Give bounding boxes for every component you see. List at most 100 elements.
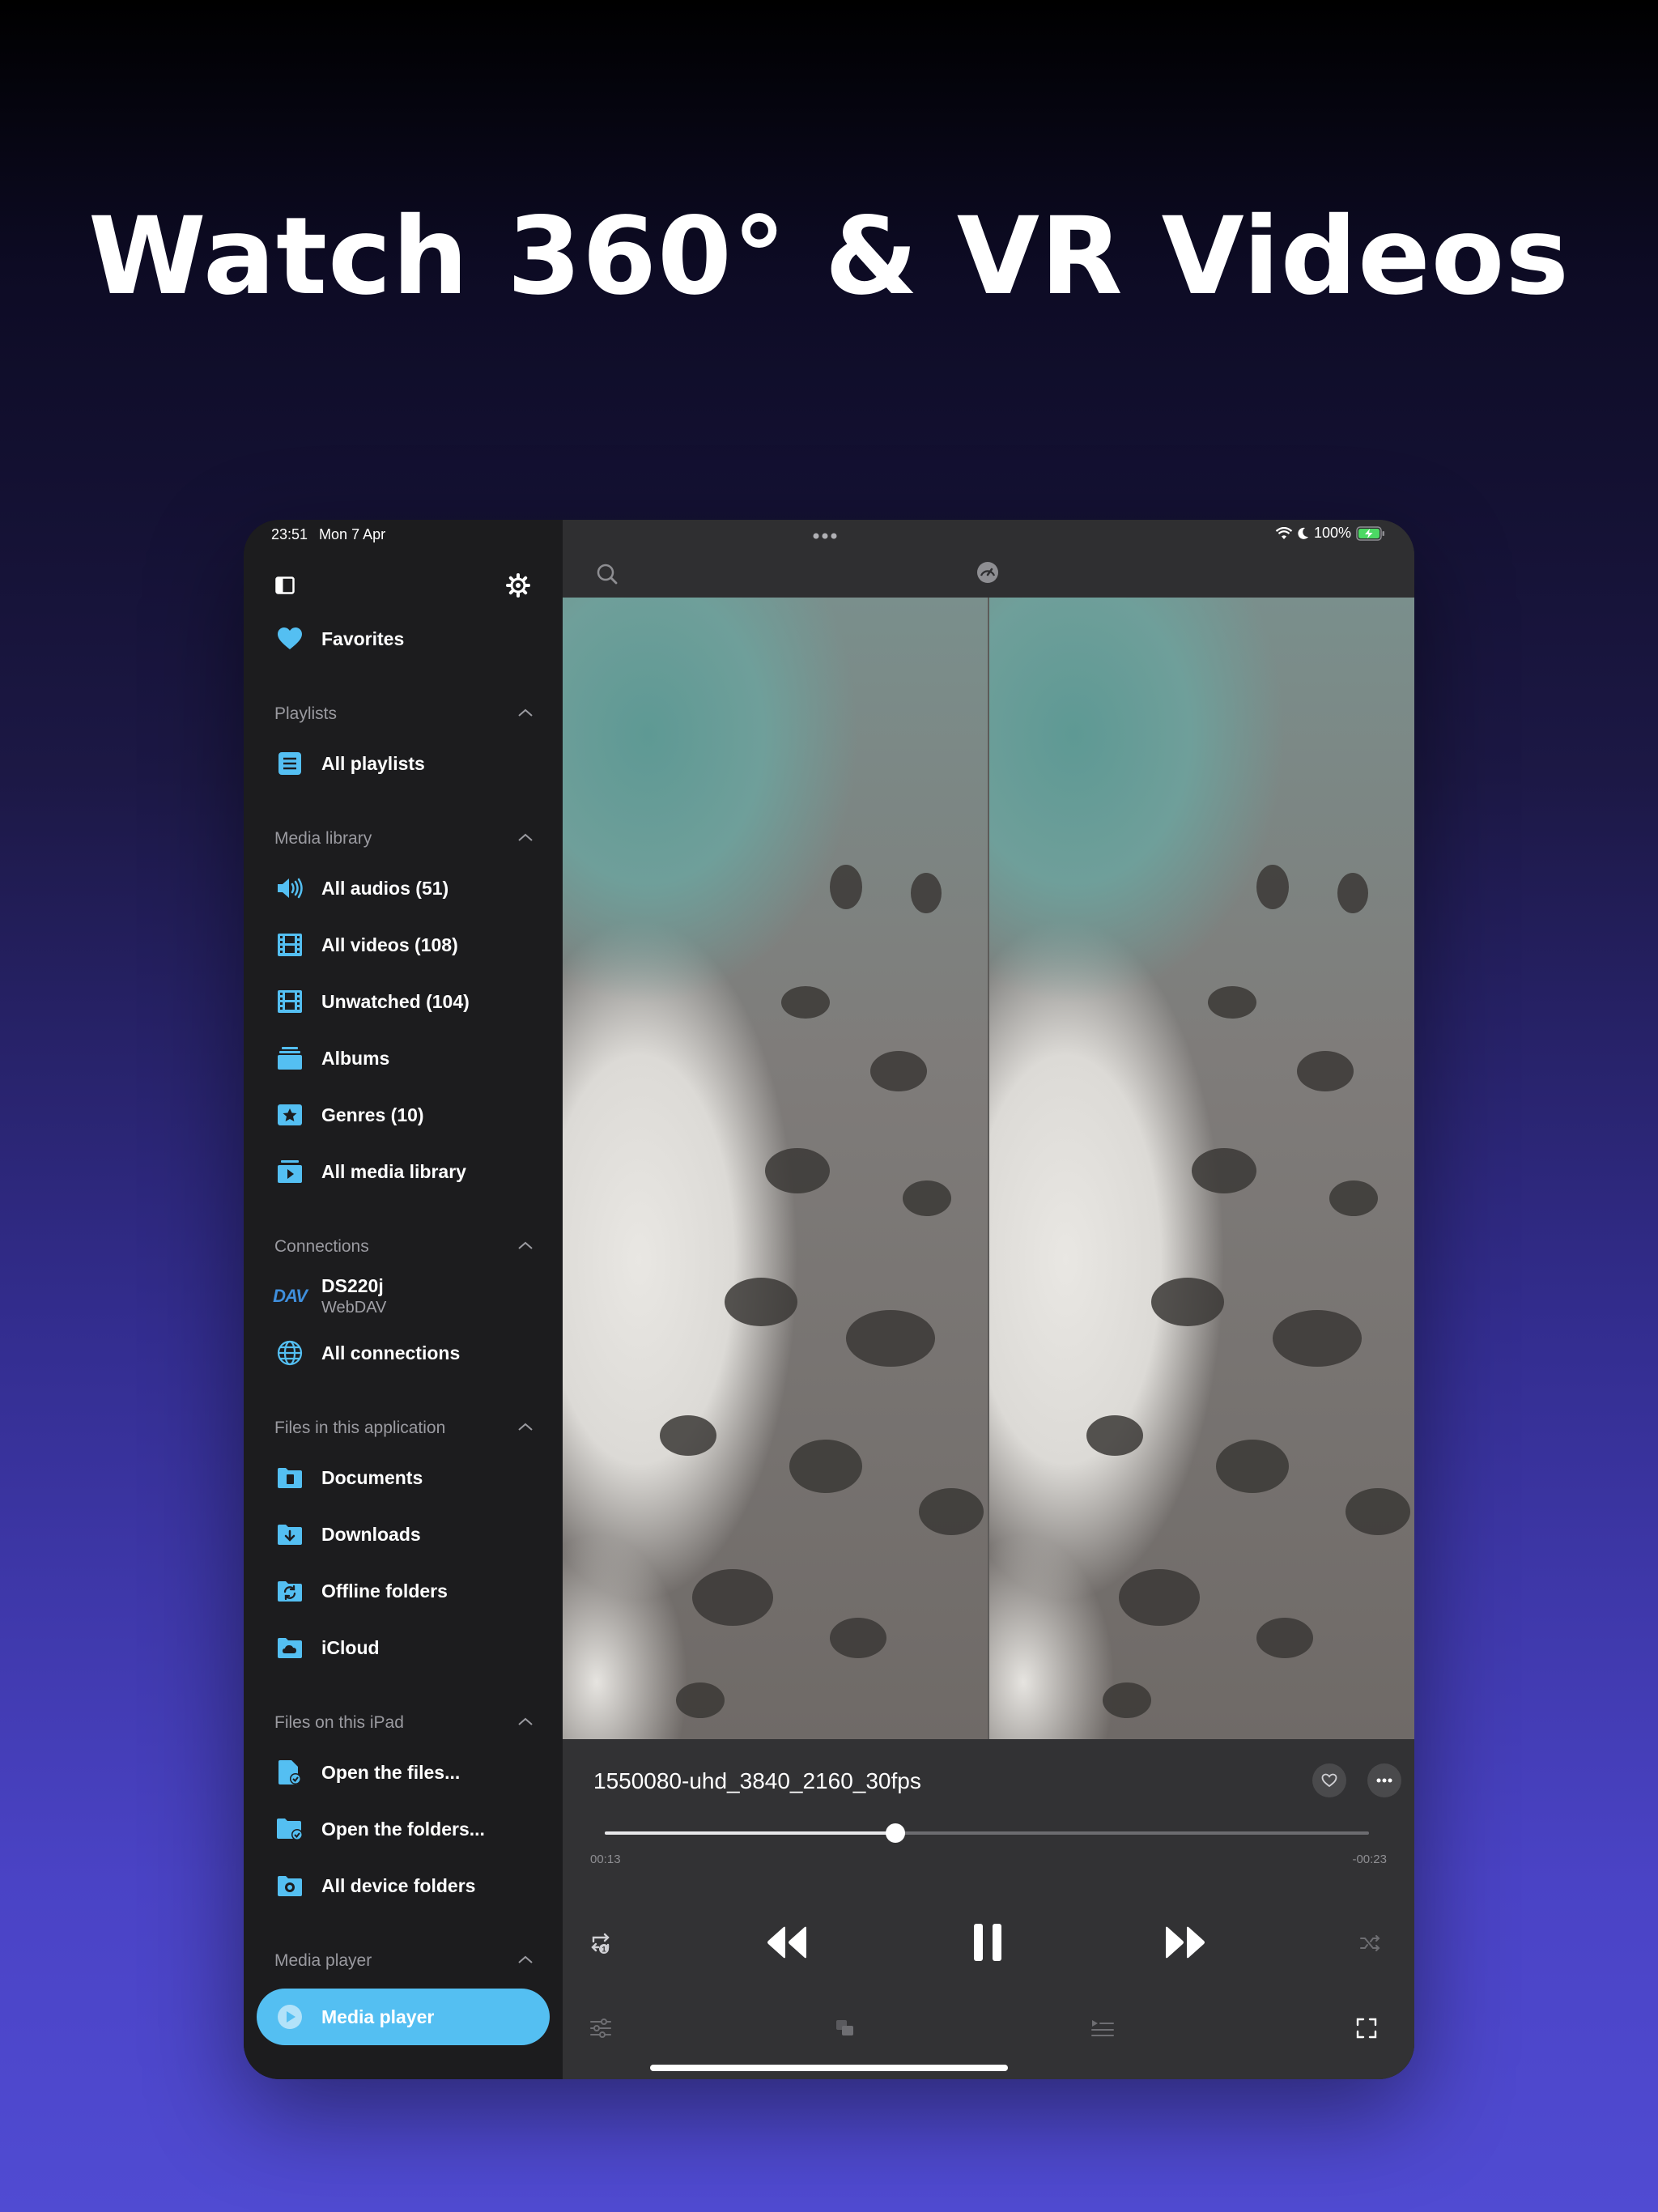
- open-folder-icon: [274, 1814, 305, 1844]
- video-detail: [1151, 1278, 1224, 1326]
- sidebar-item-all-device-folders[interactable]: All device folders: [244, 1857, 563, 1914]
- shuffle-icon[interactable]: [1356, 1930, 1385, 1956]
- sidebar-item-label: Unwatched (104): [321, 990, 470, 1012]
- sidebar-item-label: Favorites: [321, 627, 405, 649]
- search-icon[interactable]: [593, 560, 621, 588]
- seek-bar[interactable]: [605, 1823, 1369, 1843]
- video-detail: [789, 1440, 862, 1493]
- film-icon: [274, 929, 305, 960]
- video-detail: [765, 1148, 830, 1193]
- multitask-dots-icon[interactable]: [809, 528, 841, 544]
- battery-percent: 100%: [1313, 525, 1351, 541]
- section-label: Playlists: [274, 704, 338, 723]
- open-file-icon: [274, 1757, 305, 1788]
- video-detail: [660, 1415, 716, 1456]
- section-media-library[interactable]: Media library: [244, 792, 563, 860]
- sidebar-item-label: Offline folders: [321, 1580, 448, 1602]
- seek-handle[interactable]: [885, 1823, 905, 1843]
- video-detail: [1086, 1415, 1143, 1456]
- remaining-time: -00:23: [1352, 1853, 1387, 1866]
- video-detail: [1119, 1569, 1200, 1626]
- vr-video-frame[interactable]: [563, 598, 1414, 1739]
- player-controls: 1550080-uhd_3840_2160_30fps 00:13 -00:23…: [563, 1739, 1414, 2079]
- icloud-folder-icon: [274, 1632, 305, 1663]
- repeat-one-icon[interactable]: 1: [587, 1927, 619, 1959]
- sidebar-item-label: All connections: [321, 1342, 461, 1363]
- sidebar-item-open-folders[interactable]: Open the folders...: [244, 1801, 563, 1857]
- queue-list-icon[interactable]: [1089, 2014, 1116, 2042]
- chevron-up-icon: [518, 1717, 533, 1725]
- video-detail: [846, 1310, 935, 1367]
- chevron-up-icon: [518, 1423, 533, 1431]
- moon-icon: [1298, 527, 1308, 539]
- status-date: Mon 7 Apr: [319, 526, 386, 542]
- playlist-icon: [274, 748, 305, 779]
- sidebar-item-all-playlists[interactable]: All playlists: [244, 735, 563, 792]
- genre-star-icon: [274, 1100, 305, 1130]
- section-label: Connections: [274, 1237, 369, 1256]
- fullscreen-icon[interactable]: [1353, 2014, 1380, 2042]
- sidebar-item-genres[interactable]: Genres (10): [244, 1087, 563, 1143]
- sidebar: 23:51 Mon 7 Apr Favorites Playlists All …: [244, 520, 563, 2079]
- heart-outline-icon: [1321, 1773, 1337, 1788]
- video-detail: [1329, 1180, 1378, 1216]
- equalizer-sliders-icon[interactable]: [587, 2014, 614, 2042]
- video-detail: [1337, 873, 1368, 913]
- section-playlists[interactable]: Playlists: [244, 667, 563, 735]
- sidebar-item-albums[interactable]: Albums: [244, 1030, 563, 1087]
- video-detail: [781, 986, 830, 1019]
- sidebar-item-label: Albums: [321, 1047, 390, 1069]
- settings-gear-icon[interactable]: [504, 572, 532, 599]
- section-media-player[interactable]: Media player: [244, 1914, 563, 1982]
- section-label: Media library: [274, 829, 372, 848]
- globe-icon: [274, 1338, 305, 1368]
- track-more-button[interactable]: [1367, 1763, 1401, 1797]
- section-connections[interactable]: Connections: [244, 1200, 563, 1268]
- media-library-icon: [274, 1156, 305, 1187]
- fast-forward-icon[interactable]: [1162, 1922, 1209, 1963]
- section-label: Files in this application: [274, 1419, 446, 1437]
- heart-icon: [274, 623, 305, 654]
- sidebar-item-all-videos[interactable]: All videos (108): [244, 917, 563, 973]
- sidebar-item-label: All device folders: [321, 1874, 476, 1896]
- video-detail: [911, 873, 942, 913]
- speedometer-icon[interactable]: [974, 559, 1001, 586]
- section-files-ipad[interactable]: Files on this iPad: [244, 1676, 563, 1744]
- downloads-folder-icon: [274, 1519, 305, 1550]
- picture-in-picture-icon[interactable]: [831, 2014, 859, 2042]
- status-bar-right: 100%: [1275, 525, 1385, 542]
- sidebar-item-label: All playlists: [321, 752, 425, 774]
- sidebar-item-media-player[interactable]: Media player: [257, 1989, 550, 2045]
- sidebar-item-label: iCloud: [321, 1636, 380, 1658]
- sidebar-item-icloud[interactable]: iCloud: [244, 1619, 563, 1676]
- device-folder-icon: [274, 1870, 305, 1901]
- sidebar-nav: Favorites Playlists All playlists Media …: [244, 610, 563, 2045]
- sidebar-item-documents[interactable]: Documents: [244, 1449, 563, 1506]
- sidebar-item-downloads[interactable]: Downloads: [244, 1506, 563, 1563]
- sidebar-toggle-icon[interactable]: [273, 573, 297, 598]
- ipad-frame: 23:51 Mon 7 Apr Favorites Playlists All …: [244, 520, 1414, 2079]
- status-bar-left: 23:51 Mon 7 Apr: [271, 526, 397, 543]
- sync-folder-icon: [274, 1576, 305, 1606]
- rewind-icon[interactable]: [763, 1922, 810, 1963]
- sidebar-item-all-connections[interactable]: All connections: [244, 1325, 563, 1381]
- sidebar-item-label: Open the folders...: [321, 1818, 485, 1840]
- documents-folder-icon: [274, 1462, 305, 1493]
- sidebar-item-offline-folders[interactable]: Offline folders: [244, 1563, 563, 1619]
- video-detail: [676, 1682, 725, 1718]
- section-files-app[interactable]: Files in this application: [244, 1381, 563, 1449]
- sidebar-item-unwatched[interactable]: Unwatched (104): [244, 973, 563, 1030]
- sidebar-item-label: All videos (108): [321, 934, 458, 955]
- video-detail: [1216, 1440, 1289, 1493]
- seek-bar-elapsed: [605, 1831, 895, 1835]
- video-detail: [1346, 1488, 1410, 1535]
- sidebar-item-open-files[interactable]: Open the files...: [244, 1744, 563, 1801]
- sidebar-item-all-media-library[interactable]: All media library: [244, 1143, 563, 1200]
- sidebar-item-ds220j[interactable]: DAV DS220j WebDAV: [244, 1268, 563, 1325]
- sidebar-item-favorites[interactable]: Favorites: [244, 610, 563, 667]
- favorite-button[interactable]: [1312, 1763, 1346, 1797]
- pause-icon[interactable]: [966, 1919, 1010, 1966]
- chevron-up-icon: [518, 1241, 533, 1249]
- sidebar-item-all-audios[interactable]: All audios (51): [244, 860, 563, 917]
- sidebar-item-label: Media player: [321, 2006, 435, 2027]
